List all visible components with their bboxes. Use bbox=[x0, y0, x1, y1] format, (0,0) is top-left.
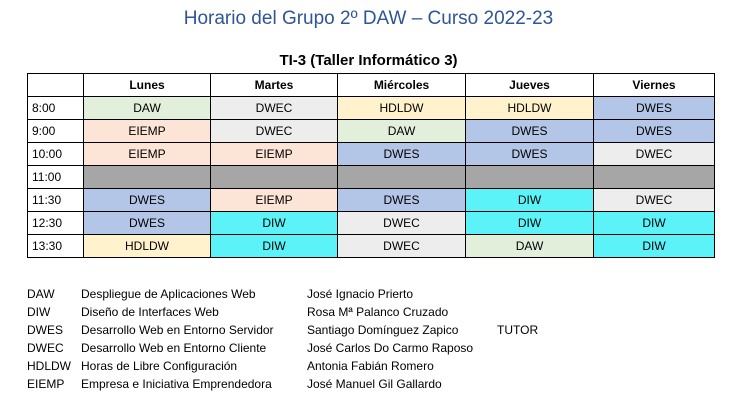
subject-cell: EIEMP bbox=[83, 142, 211, 166]
subject-cell: DWES bbox=[465, 119, 594, 143]
subject-cell: HDLDW bbox=[465, 96, 594, 120]
subject-cell: DIW bbox=[465, 188, 594, 212]
legend-teacher: José Ignacio Prierto bbox=[307, 287, 414, 301]
table-row: 8:00 DAW DWEC HDLDW HDLDW DWES bbox=[27, 96, 715, 120]
legend-subject-name: Horas de Libre Configuración bbox=[81, 359, 238, 373]
schedule-table: Lunes Martes Miércoles Jueves Viernes 8:… bbox=[27, 73, 715, 258]
subject-cell: DWES bbox=[593, 119, 715, 143]
subject-cell: DWEC bbox=[593, 142, 715, 166]
legend-subject-name: Diseño de Interfaces Web bbox=[81, 305, 219, 319]
break-cell bbox=[465, 165, 594, 189]
subject-cell: DIW bbox=[210, 211, 338, 235]
legend-subject-name: Desarrollo Web en Entorno Servidor bbox=[81, 323, 274, 337]
legend-code: DWEC bbox=[27, 341, 64, 355]
subject-cell: DWEC bbox=[210, 119, 338, 143]
break-cell bbox=[210, 165, 338, 189]
table-row: 13:30 HDLDW DIW DWEC DAW DIW bbox=[27, 234, 715, 258]
time-cell: 12:30 bbox=[27, 211, 84, 235]
day-header: Lunes bbox=[83, 73, 211, 97]
break-cell bbox=[593, 165, 715, 189]
table-row: 10:00 EIEMP EIEMP DWES DWES DWEC bbox=[27, 142, 715, 166]
day-header: Martes bbox=[210, 73, 338, 97]
subject-cell: DWEC bbox=[337, 211, 466, 235]
day-header: Viernes bbox=[593, 73, 715, 97]
subject-cell: DWES bbox=[465, 142, 594, 166]
legend-item: DAW Despliegue de Aplicaciones Web José Ig… bbox=[27, 285, 727, 303]
subject-cell: DAW bbox=[465, 234, 594, 258]
page-title: Horario del Grupo 2º DAW – Curso 2022-23 bbox=[183, 8, 554, 29]
subject-cell: EIEMP bbox=[83, 119, 211, 143]
legend-item: EIEMP Empresa e Iniciativa Emprendedora Jo… bbox=[27, 375, 727, 393]
day-header: Jueves bbox=[465, 73, 594, 97]
break-cell bbox=[83, 165, 211, 189]
subject-cell: HDLDW bbox=[337, 96, 466, 120]
legend-item: DWEC Desarrollo Web en Entorno Cliente Jos… bbox=[27, 339, 727, 357]
legend-code: DAW bbox=[27, 287, 55, 301]
legend-code: HDLDW bbox=[27, 359, 71, 373]
subject-legend: DAW Despliegue de Aplicaciones Web José Ig… bbox=[27, 285, 727, 393]
subject-cell: DWEC bbox=[337, 234, 466, 258]
subject-cell: DIW bbox=[465, 211, 594, 235]
subject-cell: DWEC bbox=[593, 188, 715, 212]
legend-code: DIW bbox=[27, 305, 51, 319]
time-cell: 11:30 bbox=[27, 188, 84, 212]
header-row: Lunes Martes Miércoles Jueves Viernes bbox=[27, 73, 715, 97]
day-header: Miércoles bbox=[337, 73, 466, 97]
table-row: 11:30 DWES EIEMP DWES DIW DWEC bbox=[27, 188, 715, 212]
subject-cell: DIW bbox=[593, 211, 715, 235]
subject-cell: DWES bbox=[337, 188, 466, 212]
legend-teacher: Rosa Mª Palanco Cruzado bbox=[307, 305, 449, 319]
subject-cell: DWES bbox=[83, 188, 211, 212]
legend-teacher: José Manuel Gil Gallardo bbox=[307, 377, 442, 391]
subject-cell: DIW bbox=[593, 234, 715, 258]
table-row: 9:00 EIEMP DWEC DAW DWES DWES bbox=[27, 119, 715, 143]
table-row: 12:30 DWES DIW DWEC DIW DIW bbox=[27, 211, 715, 235]
legend-subject-name: Empresa e Iniciativa Emprendedora bbox=[81, 377, 272, 391]
corner-cell bbox=[27, 73, 84, 97]
legend-subject-name: Desarrollo Web en Entorno Cliente bbox=[81, 341, 267, 355]
subject-cell: DIW bbox=[210, 234, 338, 258]
time-cell: 11:00 bbox=[27, 165, 84, 189]
legend-item: DWES Desarrollo Web en Entorno Servidor Sa… bbox=[27, 321, 727, 339]
legend-teacher: José Carlos Do Carmo Raposo bbox=[307, 341, 474, 355]
subject-cell: EIEMP bbox=[210, 188, 338, 212]
subject-cell: DWEC bbox=[210, 96, 338, 120]
time-cell: 10:00 bbox=[27, 142, 84, 166]
time-cell: 13:30 bbox=[27, 234, 84, 258]
legend-subject-name: Despliegue de Aplicaciones Web bbox=[81, 287, 256, 301]
legend-teacher: Santiago Domínguez Zapico bbox=[307, 323, 459, 337]
time-cell: 8:00 bbox=[27, 96, 84, 120]
subject-cell: DAW bbox=[337, 119, 466, 143]
legend-item: DIW Diseño de Interfaces Web Rosa Mª Palan… bbox=[27, 303, 727, 321]
legend-code: DWES bbox=[27, 323, 63, 337]
subject-cell: DWES bbox=[337, 142, 466, 166]
legend-teacher: Antonia Fabián Romero bbox=[307, 359, 434, 373]
subject-cell: HDLDW bbox=[83, 234, 211, 258]
legend-code: EIEMP bbox=[27, 377, 65, 391]
room-title: TI-3 (Taller Informático 3) bbox=[279, 52, 458, 69]
legend-note: TUTOR bbox=[497, 323, 539, 337]
subject-cell: DWES bbox=[593, 96, 715, 120]
subject-cell: DAW bbox=[83, 96, 211, 120]
break-cell bbox=[337, 165, 466, 189]
time-cell: 9:00 bbox=[27, 119, 84, 143]
subject-cell: DWES bbox=[83, 211, 211, 235]
table-row: 11:00 bbox=[27, 165, 715, 189]
legend-item: HDLDW Horas de Libre Configuración Antonia… bbox=[27, 357, 727, 375]
schedule-body: 8:00 DAW DWEC HDLDW HDLDW DWES 9:00 EIEMP DWEC DA… bbox=[27, 96, 715, 258]
subject-cell: EIEMP bbox=[210, 142, 338, 166]
